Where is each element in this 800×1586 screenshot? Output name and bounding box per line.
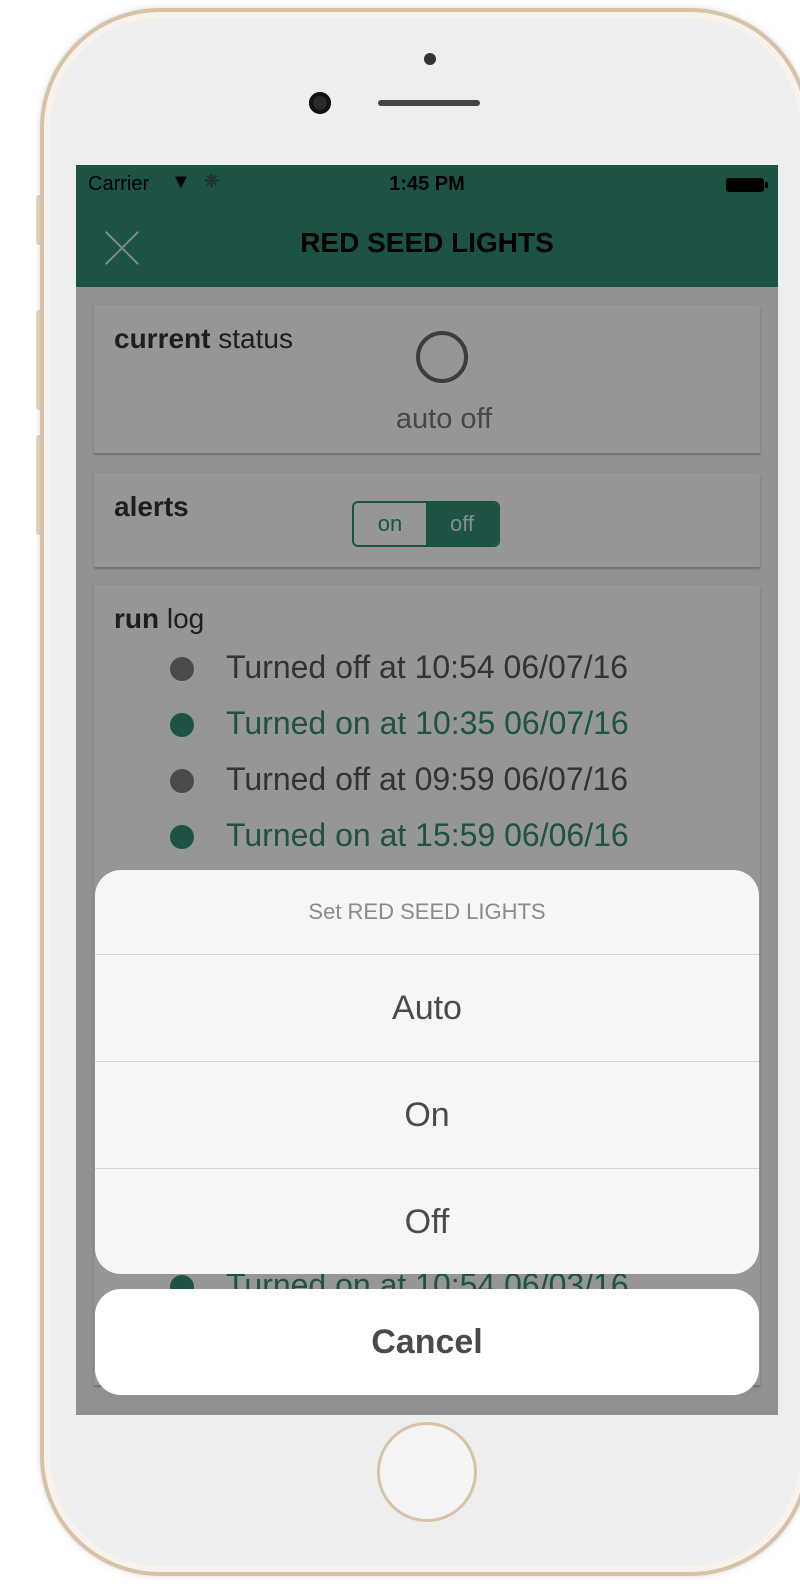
earpiece-speaker <box>378 100 480 106</box>
screen: Carrier ▼ ❋ 1:45 PM RED SEED LIGHTS curr… <box>76 165 778 1415</box>
cancel-button[interactable]: Cancel <box>95 1289 759 1395</box>
action-sheet-title: Set RED SEED LIGHTS <box>95 870 759 955</box>
front-camera <box>309 92 331 114</box>
home-button[interactable] <box>377 1422 477 1522</box>
option-on-button[interactable]: On <box>95 1062 759 1169</box>
action-sheet: Set RED SEED LIGHTS Auto On Off <box>95 870 759 1274</box>
proximity-sensor <box>424 53 436 65</box>
option-off-button[interactable]: Off <box>95 1169 759 1274</box>
option-auto-button[interactable]: Auto <box>95 955 759 1062</box>
